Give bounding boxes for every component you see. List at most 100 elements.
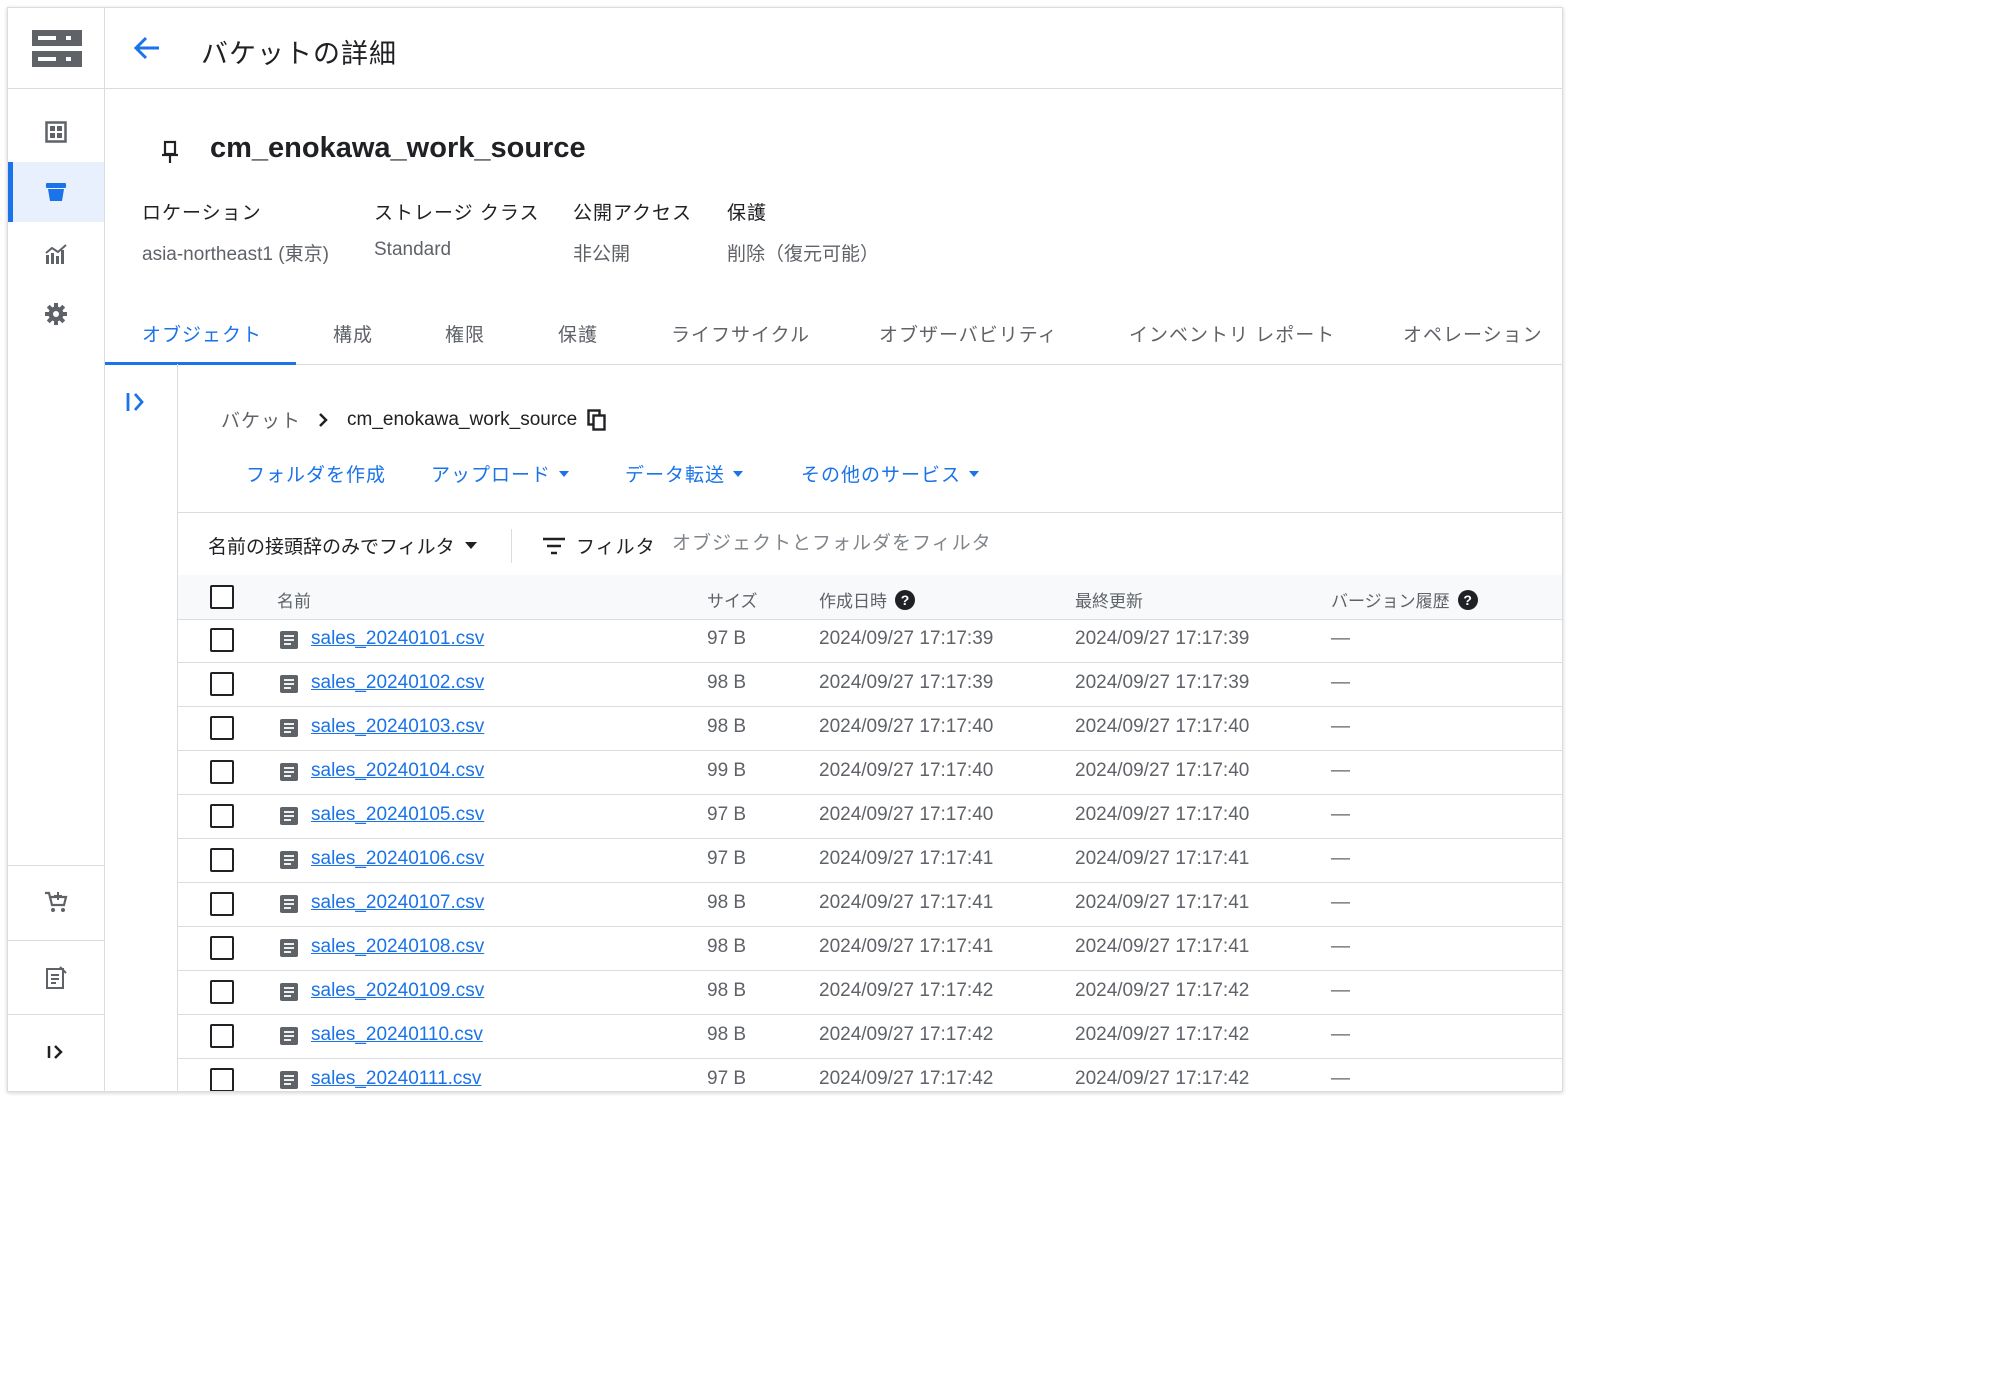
help-icon[interactable]: ? [895,589,915,610]
object-name-link[interactable]: sales_20240101.csv [311,628,484,650]
other-services-button[interactable]: その他のサービス [801,460,980,487]
tab-lifecycle[interactable]: ライフサイクル [671,320,810,347]
object-size: 98 B [707,716,747,737]
object-updated: 2024/09/27 17:17:40 [1075,760,1250,781]
tab-configuration[interactable]: 構成 [333,320,373,347]
object-name-link[interactable]: sales_20240104.csv [311,760,484,782]
column-label: 名前 [277,592,311,611]
upload-button[interactable]: アップロード [431,460,570,487]
app-window: バケットの詳細 cm_enokawa_work_source ロケーション as… [7,7,1563,1092]
object-name-link[interactable]: sales_20240111.csv [311,1068,481,1090]
object-version-history: — [1331,760,1350,781]
row-checkbox[interactable] [210,804,234,828]
row-checkbox[interactable] [210,628,234,652]
rail-monitoring-button[interactable] [8,224,104,284]
data-transfer-button[interactable]: データ転送 [625,460,744,487]
copy-icon[interactable] [587,408,607,431]
rail-release-notes-button[interactable] [8,948,104,1008]
filter-label: フィルタ [576,537,656,558]
rail-buckets-button[interactable] [8,162,104,222]
column-header-updated[interactable]: 最終更新 [1075,587,1143,612]
tab-protection[interactable]: 保護 [558,320,598,347]
object-size: 97 B [707,804,747,825]
row-checkbox[interactable] [210,1068,234,1091]
object-name-link[interactable]: sales_20240107.csv [311,892,484,914]
object-name-link[interactable]: sales_20240103.csv [311,716,484,738]
table-row[interactable]: sales_20240111.csv 97 B 2024/09/27 17:17:4… [178,1059,1562,1091]
select-all-checkbox[interactable] [210,585,234,609]
folder-browser-toggle[interactable] [123,390,149,419]
table-row[interactable]: sales_20240108.csv 98 B 2024/09/27 17:17:4… [178,927,1562,971]
dropdown-caret-icon [969,470,980,477]
back-button[interactable] [129,30,165,66]
table-row[interactable]: sales_20240101.csv 97 B 2024/09/27 17:17:3… [178,619,1562,663]
column-header-created[interactable]: 作成日時? [819,587,915,612]
file-icon [279,1026,299,1051]
page-title: バケットの詳細 [201,39,397,69]
row-checkbox[interactable] [210,716,234,740]
column-header-version-history[interactable]: バージョン履歴? [1331,587,1478,612]
object-name-link[interactable]: sales_20240110.csv [311,1024,483,1046]
row-checkbox[interactable] [210,848,234,872]
row-checkbox[interactable] [210,672,234,696]
create-folder-button[interactable]: フォルダを作成 [246,460,386,487]
table-row[interactable]: sales_20240105.csv 97 B 2024/09/27 17:17:4… [178,795,1562,839]
breadcrumb-root[interactable]: バケット [221,406,301,433]
object-name-link[interactable]: sales_20240108.csv [311,936,484,958]
rail-overview-button[interactable] [8,102,104,162]
object-version-history: — [1331,716,1350,737]
object-filter-input[interactable] [670,525,1274,563]
column-label: サイズ [707,592,758,611]
object-size: 97 B [707,628,747,649]
meta-value: 非公開 [573,244,631,265]
dashboard-icon [45,121,67,143]
object-name-link[interactable]: sales_20240102.csv [311,672,484,694]
tab-operations[interactable]: オペレーション [1403,320,1543,347]
prefix-filter-dropdown[interactable]: 名前の接頭辞のみでフィルタ [208,532,477,559]
row-checkbox[interactable] [210,980,234,1004]
row-checkbox[interactable] [210,892,234,916]
table-row[interactable]: sales_20240102.csv 98 B 2024/09/27 17:17:3… [178,663,1562,707]
object-version-history: — [1331,1068,1350,1089]
tab-bar: オブジェクト 構成 権限 保護 ライフサイクル オブザーバビリティ インベントリ… [105,306,1562,365]
cloud-storage-logo [8,8,104,89]
row-checkbox[interactable] [210,1024,234,1048]
meta-label: ロケーション [142,203,262,224]
object-created: 2024/09/27 17:17:41 [819,848,994,869]
object-size: 98 B [707,936,747,957]
left-rail [8,8,105,1091]
object-size: 98 B [707,672,747,693]
meta-label: 公開アクセス [573,203,693,224]
bucket-icon [46,183,66,201]
object-name-link[interactable]: sales_20240109.csv [311,980,484,1002]
table-row[interactable]: sales_20240104.csv 99 B 2024/09/27 17:17:4… [178,751,1562,795]
rail-marketplace-button[interactable] [8,872,104,932]
column-header-size[interactable]: サイズ [707,587,758,612]
help-icon[interactable]: ? [1457,589,1478,610]
object-version-history: — [1331,672,1350,693]
file-icon [279,718,299,743]
table-row[interactable]: sales_20240110.csv 98 B 2024/09/27 17:17:4… [178,1015,1562,1059]
file-icon [279,982,299,1007]
tab-observability[interactable]: オブザーバビリティ [879,320,1058,347]
object-updated: 2024/09/27 17:17:41 [1075,848,1250,869]
file-icon [279,806,299,831]
tab-permissions[interactable]: 権限 [445,320,485,347]
object-name-link[interactable]: sales_20240105.csv [311,804,484,826]
table-row[interactable]: sales_20240107.csv 98 B 2024/09/27 17:17:4… [178,883,1562,927]
table-row[interactable]: sales_20240109.csv 98 B 2024/09/27 17:17:4… [178,971,1562,1015]
object-name-link[interactable]: sales_20240106.csv [311,848,484,870]
column-label: 最終更新 [1075,592,1143,611]
row-checkbox[interactable] [210,760,234,784]
column-label: バージョン履歴 [1331,592,1450,611]
table-row[interactable]: sales_20240106.csv 97 B 2024/09/27 17:17:4… [178,839,1562,883]
tab-objects[interactable]: オブジェクト [142,320,262,347]
rail-expand-button[interactable] [8,1022,104,1082]
pin-icon[interactable] [160,140,180,164]
table-row[interactable]: sales_20240103.csv 98 B 2024/09/27 17:17:4… [178,707,1562,751]
rail-settings-button[interactable] [8,284,104,344]
tab-inventory-reports[interactable]: インベントリ レポート [1129,320,1335,347]
column-header-name[interactable]: 名前 [277,587,311,612]
row-checkbox[interactable] [210,936,234,960]
object-version-history: — [1331,980,1350,1001]
